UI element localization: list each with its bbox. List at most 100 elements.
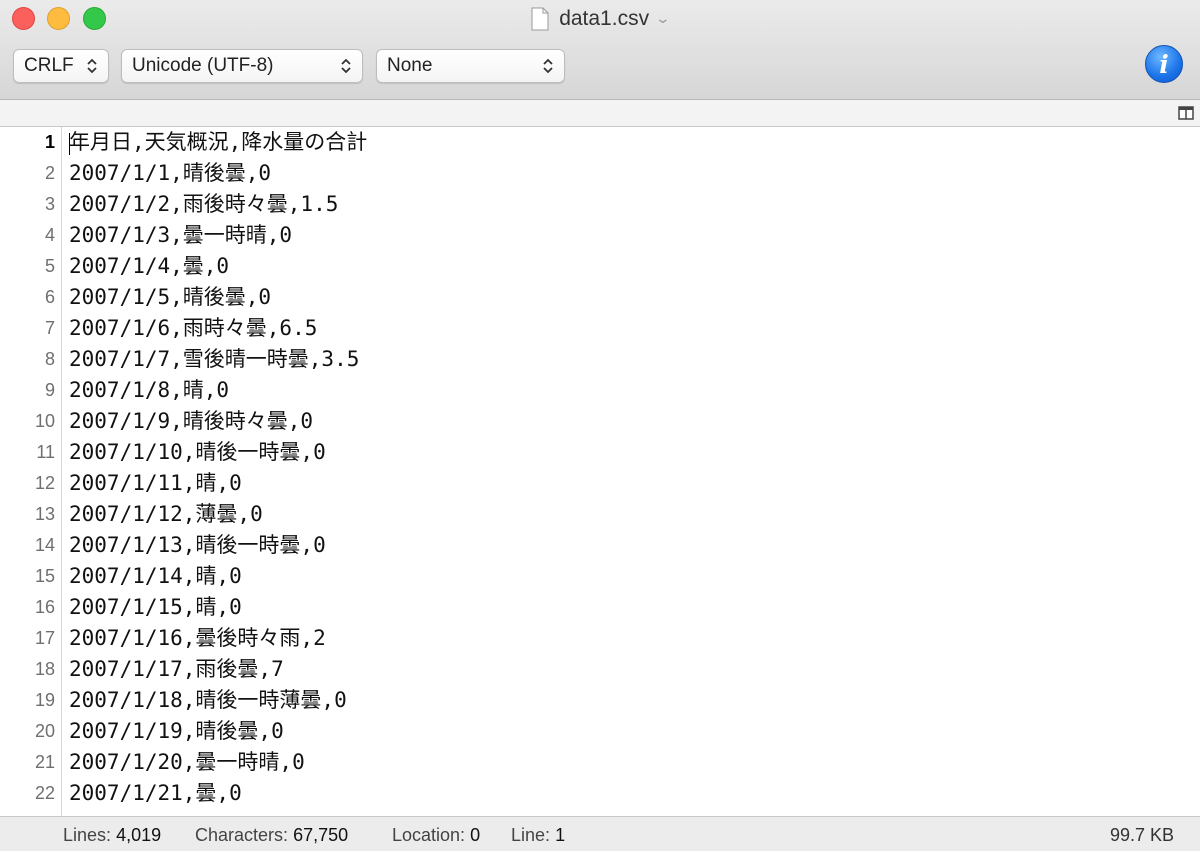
line-text[interactable]: 2007/1/2,雨後時々曇,1.5 — [69, 189, 338, 220]
text-line[interactable]: 17 2007/1/16,曇後時々雨,2 — [0, 623, 1200, 654]
text-line[interactable]: 5 2007/1/4,曇,0 — [0, 251, 1200, 282]
text-line[interactable]: 8 2007/1/7,雪後晴一時曇,3.5 — [0, 344, 1200, 375]
line-text[interactable]: 2007/1/6,雨時々曇,6.5 — [69, 313, 317, 344]
line-text[interactable]: 2007/1/15,晴,0 — [69, 592, 242, 623]
line-text[interactable]: 2007/1/7,雪後晴一時曇,3.5 — [69, 344, 359, 375]
status-lines: Lines: 4,019 — [63, 825, 161, 846]
text-line[interactable]: 10 2007/1/9,晴後時々曇,0 — [0, 406, 1200, 437]
line-value: 1 — [555, 825, 566, 845]
line-text[interactable]: 2007/1/20,曇一時晴,0 — [69, 747, 305, 778]
text-line[interactable]: 14 2007/1/13,晴後一時曇,0 — [0, 530, 1200, 561]
line-number: 9 — [44, 380, 55, 400]
status-bar: Lines: 4,019 Characters: 67,750 Location… — [0, 816, 1200, 851]
status-characters: Characters: 67,750 — [195, 825, 348, 846]
text-line[interactable]: 6 2007/1/5,晴後曇,0 — [0, 282, 1200, 313]
text-line[interactable]: 9 2007/1/8,晴,0 — [0, 375, 1200, 406]
text-line[interactable]: 22 2007/1/21,曇,0 — [0, 778, 1200, 809]
line-number: 3 — [44, 194, 55, 214]
line-number: 5 — [44, 256, 55, 276]
characters-label: Characters: — [195, 825, 289, 845]
line-number: 19 — [34, 690, 55, 710]
line-text[interactable]: 2007/1/1,晴後曇,0 — [69, 158, 271, 189]
lines-value: 4,019 — [116, 825, 162, 845]
line-number: 21 — [34, 752, 55, 772]
line-number: 12 — [34, 473, 55, 493]
text-line[interactable]: 3 2007/1/2,雨後時々曇,1.5 — [0, 189, 1200, 220]
line-ending-label: CRLF — [24, 55, 74, 76]
line-text[interactable]: 2007/1/5,晴後曇,0 — [69, 282, 271, 313]
line-number: 22 — [34, 783, 55, 803]
editor-area[interactable]: 1 年月日,天気概況,降水量の合計 2 2007/1/1,晴後曇,0 3 2007/1/2… — [0, 127, 1200, 816]
line-number: 17 — [34, 628, 55, 648]
characters-value: 67,750 — [293, 825, 349, 845]
line-number: 8 — [44, 349, 55, 369]
line-number: 14 — [34, 535, 55, 555]
info-icon[interactable]: i — [1145, 45, 1183, 83]
line-number: 16 — [34, 597, 55, 617]
line-text[interactable]: 2007/1/9,晴後時々曇,0 — [69, 406, 313, 437]
lines-label: Lines: — [63, 825, 112, 845]
encoding-popup[interactable]: Unicode (UTF-8) — [121, 49, 363, 83]
line-number: 1 — [44, 132, 55, 152]
text-line[interactable]: 18 2007/1/17,雨後曇,7 — [0, 654, 1200, 685]
chevron-down-icon[interactable]: ⌄ — [655, 11, 671, 27]
text-line[interactable]: 12 2007/1/11,晴,0 — [0, 468, 1200, 499]
line-text[interactable]: 2007/1/3,曇一時晴,0 — [69, 220, 292, 251]
text-line[interactable]: 19 2007/1/18,晴後一時薄曇,0 — [0, 685, 1200, 716]
updown-arrows-icon — [87, 58, 97, 74]
text-cursor — [69, 133, 70, 155]
line-number: 18 — [34, 659, 55, 679]
line-ending-popup[interactable]: CRLF — [13, 49, 109, 83]
status-line: Line: 1 — [511, 825, 565, 846]
syntax-label: None — [387, 55, 433, 76]
updown-arrows-icon — [543, 58, 553, 74]
text-line[interactable]: 15 2007/1/14,晴,0 — [0, 561, 1200, 592]
line-text[interactable]: 2007/1/17,雨後曇,7 — [69, 654, 284, 685]
text-line[interactable]: 21 2007/1/20,曇一時晴,0 — [0, 747, 1200, 778]
text-line[interactable]: 13 2007/1/12,薄曇,0 — [0, 499, 1200, 530]
line-number: 20 — [34, 721, 55, 741]
syntax-popup[interactable]: None — [376, 49, 565, 83]
text-line[interactable]: 20 2007/1/19,晴後曇,0 — [0, 716, 1200, 747]
navigation-bar — [0, 100, 1200, 127]
document-icon — [531, 7, 549, 31]
text-line[interactable]: 16 2007/1/15,晴,0 — [0, 592, 1200, 623]
line-text[interactable]: 2007/1/8,晴,0 — [69, 375, 229, 406]
line-number: 4 — [44, 225, 55, 245]
text-line[interactable]: 2 2007/1/1,晴後曇,0 — [0, 158, 1200, 189]
line-number: 11 — [36, 442, 55, 462]
line-text[interactable]: 2007/1/10,晴後一時曇,0 — [69, 437, 326, 468]
line-text[interactable]: 2007/1/4,曇,0 — [69, 251, 229, 282]
title-bar: data1.csv ⌄ CRLF Unicode (UTF-8) None i — [0, 0, 1200, 100]
text-line[interactable]: 4 2007/1/3,曇一時晴,0 — [0, 220, 1200, 251]
text-editor-window: data1.csv ⌄ CRLF Unicode (UTF-8) None i … — [0, 0, 1200, 851]
line-text[interactable]: 2007/1/16,曇後時々雨,2 — [69, 623, 326, 654]
line-number: 2 — [44, 163, 55, 183]
text-line[interactable]: 7 2007/1/6,雨時々曇,6.5 — [0, 313, 1200, 344]
line-number: 10 — [34, 411, 55, 431]
text-line[interactable]: 11 2007/1/10,晴後一時曇,0 — [0, 437, 1200, 468]
updown-arrows-icon — [341, 58, 351, 74]
line-text[interactable]: 2007/1/19,晴後曇,0 — [69, 716, 284, 747]
line-text[interactable]: 年月日,天気概況,降水量の合計 — [69, 127, 367, 158]
status-location: Location: 0 — [392, 825, 480, 846]
line-text[interactable]: 2007/1/14,晴,0 — [69, 561, 242, 592]
encoding-label: Unicode (UTF-8) — [132, 55, 274, 76]
window-title: data1.csv — [559, 7, 650, 30]
line-number: 13 — [34, 504, 55, 524]
line-text[interactable]: 2007/1/12,薄曇,0 — [69, 499, 263, 530]
location-label: Location: — [392, 825, 466, 845]
file-size: 99.7 KB — [1110, 825, 1175, 845]
line-text[interactable]: 2007/1/11,晴,0 — [69, 468, 242, 499]
line-text[interactable]: 2007/1/18,晴後一時薄曇,0 — [69, 685, 347, 716]
split-view-icon[interactable] — [1178, 105, 1194, 121]
line-label: Line: — [511, 825, 551, 845]
line-number: 7 — [44, 318, 55, 338]
window-title-area[interactable]: data1.csv ⌄ — [0, 0, 1200, 38]
location-value: 0 — [470, 825, 481, 845]
line-number: 6 — [44, 287, 55, 307]
line-text[interactable]: 2007/1/13,晴後一時曇,0 — [69, 530, 326, 561]
line-number: 15 — [34, 566, 55, 586]
text-line[interactable]: 1 年月日,天気概況,降水量の合計 — [0, 127, 1200, 158]
line-text[interactable]: 2007/1/21,曇,0 — [69, 778, 242, 809]
